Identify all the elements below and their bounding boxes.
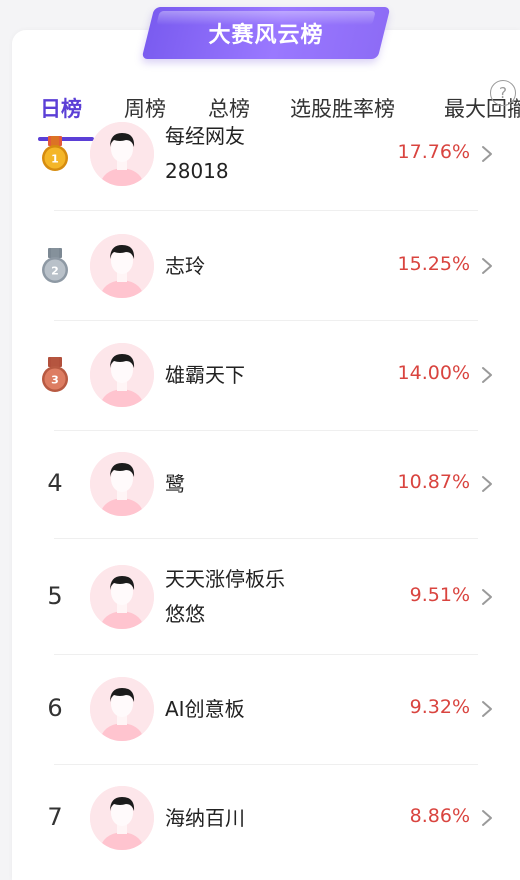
avatar[interactable] xyxy=(90,234,154,298)
user-name-line: 志玲 xyxy=(165,253,205,278)
return-percent: 10.87% xyxy=(397,471,470,493)
avatar[interactable] xyxy=(90,122,154,186)
chevron-right-icon[interactable] xyxy=(480,475,494,493)
user-name-line: 28018 xyxy=(165,159,229,183)
banner-title: 大赛风云榜 xyxy=(208,23,324,48)
avatar[interactable] xyxy=(90,452,154,516)
user-name-line: 雄霸天下 xyxy=(165,362,245,387)
row-divider xyxy=(54,430,478,431)
svg-text:2: 2 xyxy=(51,265,59,278)
rank-number: 5 xyxy=(47,582,63,610)
avatar[interactable] xyxy=(90,343,154,407)
user-name-line: 海纳百川 xyxy=(165,805,245,830)
user-name: 雄霸天下 xyxy=(165,358,375,393)
row-divider xyxy=(54,210,478,211)
svg-text:3: 3 xyxy=(51,374,59,387)
return-percent: 15.25% xyxy=(397,253,470,275)
chevron-right-icon[interactable] xyxy=(480,366,494,384)
row-divider xyxy=(54,764,478,765)
user-name-line: 鹭 xyxy=(165,471,185,496)
chevron-right-icon[interactable] xyxy=(480,145,494,163)
return-percent: 9.51% xyxy=(409,584,470,606)
user-name-line: 天天涨停板乐 xyxy=(165,567,285,591)
avatar[interactable] xyxy=(90,565,154,629)
user-name-line: 每经网友 xyxy=(165,124,245,148)
rank-number: 6 xyxy=(47,694,63,722)
silver-medal-icon: 2 xyxy=(40,247,70,285)
row-divider xyxy=(54,320,478,321)
bronze-medal-icon: 3 xyxy=(40,356,70,394)
return-percent: 17.76% xyxy=(397,141,470,163)
user-name: AI创意板 xyxy=(165,692,375,727)
chevron-right-icon[interactable] xyxy=(480,700,494,718)
user-name: 天天涨停板乐 悠悠 xyxy=(165,562,375,632)
user-name: 鹭 xyxy=(165,467,375,502)
help-icon[interactable]: ? xyxy=(490,80,516,106)
gold-medal-icon: 1 xyxy=(40,135,70,173)
return-percent: 14.00% xyxy=(397,362,470,384)
avatar[interactable] xyxy=(90,786,154,850)
user-name-line: 悠悠 xyxy=(165,602,205,626)
user-name-line: AI创意板 xyxy=(165,696,245,721)
rank-number: 4 xyxy=(47,469,63,497)
return-percent: 9.32% xyxy=(409,696,470,718)
chevron-right-icon[interactable] xyxy=(480,809,494,827)
row-divider xyxy=(54,654,478,655)
svg-text:1: 1 xyxy=(51,153,59,166)
return-percent: 8.86% xyxy=(409,805,470,827)
row-divider xyxy=(54,538,478,539)
user-name: 海纳百川 xyxy=(165,801,375,836)
user-name: 志玲 xyxy=(165,249,375,284)
leaderboard-card: ? 日榜 周榜 总榜 选股胜率榜 最大回撤 1 每经网友 28018 17.76% 2 志… xyxy=(12,30,520,880)
chevron-right-icon[interactable] xyxy=(480,257,494,275)
rank-number: 7 xyxy=(47,803,63,831)
user-name: 每经网友 28018 xyxy=(165,119,375,189)
chevron-right-icon[interactable] xyxy=(480,588,494,606)
leaderboard-banner: 大赛风云榜 xyxy=(141,7,391,59)
avatar[interactable] xyxy=(90,677,154,741)
